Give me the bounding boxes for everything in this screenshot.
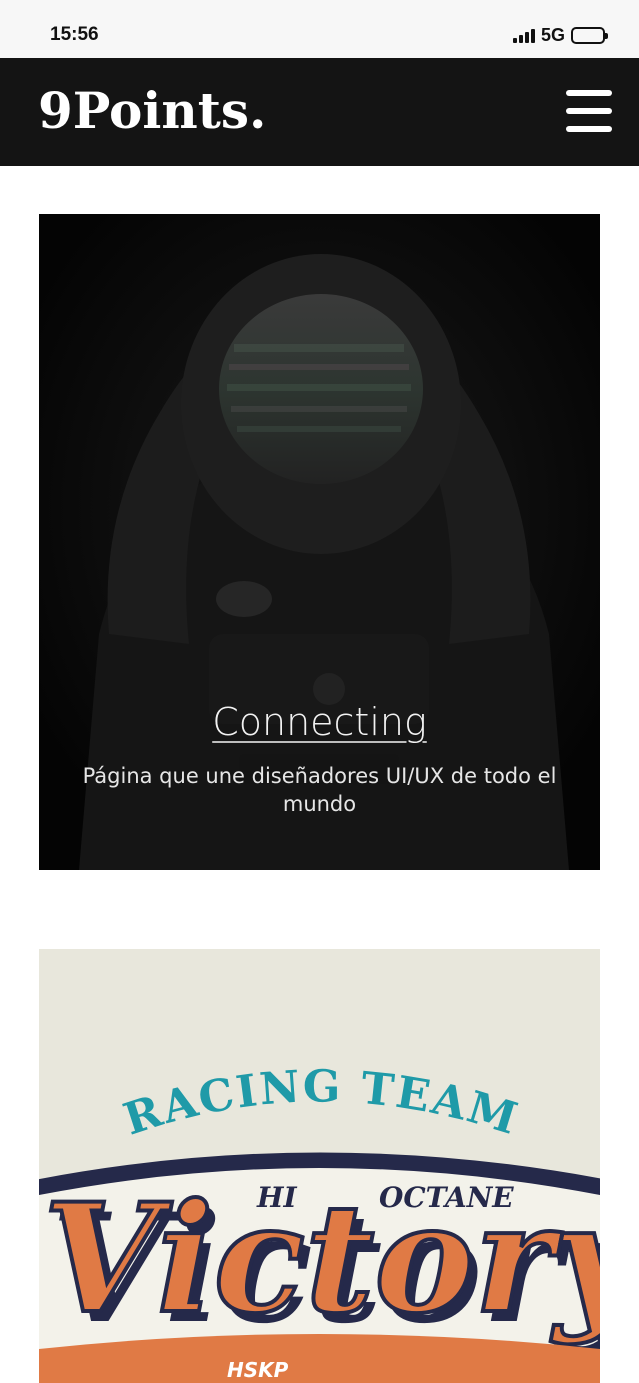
- site-header: 9Points.: [0, 58, 639, 166]
- artwork-small-text: HSKP: [227, 1358, 289, 1382]
- card-description: Página que une diseñadores UI/UX de todo…: [82, 764, 557, 816]
- card-title-link[interactable]: Connecting: [212, 700, 427, 744]
- hamburger-menu-icon-bar: [566, 108, 612, 114]
- site-logo[interactable]: 9Points.: [38, 80, 266, 142]
- status-bar: 15:56 5G: [0, 0, 639, 58]
- racing-team-victory-illustration: RACING TEAM HI OCTANE Victory Victory HS…: [39, 949, 600, 1383]
- battery-icon: [571, 26, 608, 44]
- project-card-racing-team[interactable]: RACING TEAM HI OCTANE Victory Victory HS…: [39, 949, 600, 1383]
- network-label: 5G: [540, 24, 565, 45]
- status-time: 15:56: [50, 24, 99, 45]
- project-card-connecting[interactable]: Connecting Página que une diseñadores UI…: [39, 214, 600, 870]
- hamburger-menu-icon: [566, 90, 612, 96]
- menu-button[interactable]: [566, 90, 614, 132]
- card-title: Connecting: [39, 700, 600, 744]
- status-indicators: 5G: [512, 24, 608, 45]
- artwork-victory-text: Victory: [43, 1171, 600, 1347]
- signal-icon: [512, 27, 535, 43]
- hamburger-menu-icon-bar: [566, 126, 612, 132]
